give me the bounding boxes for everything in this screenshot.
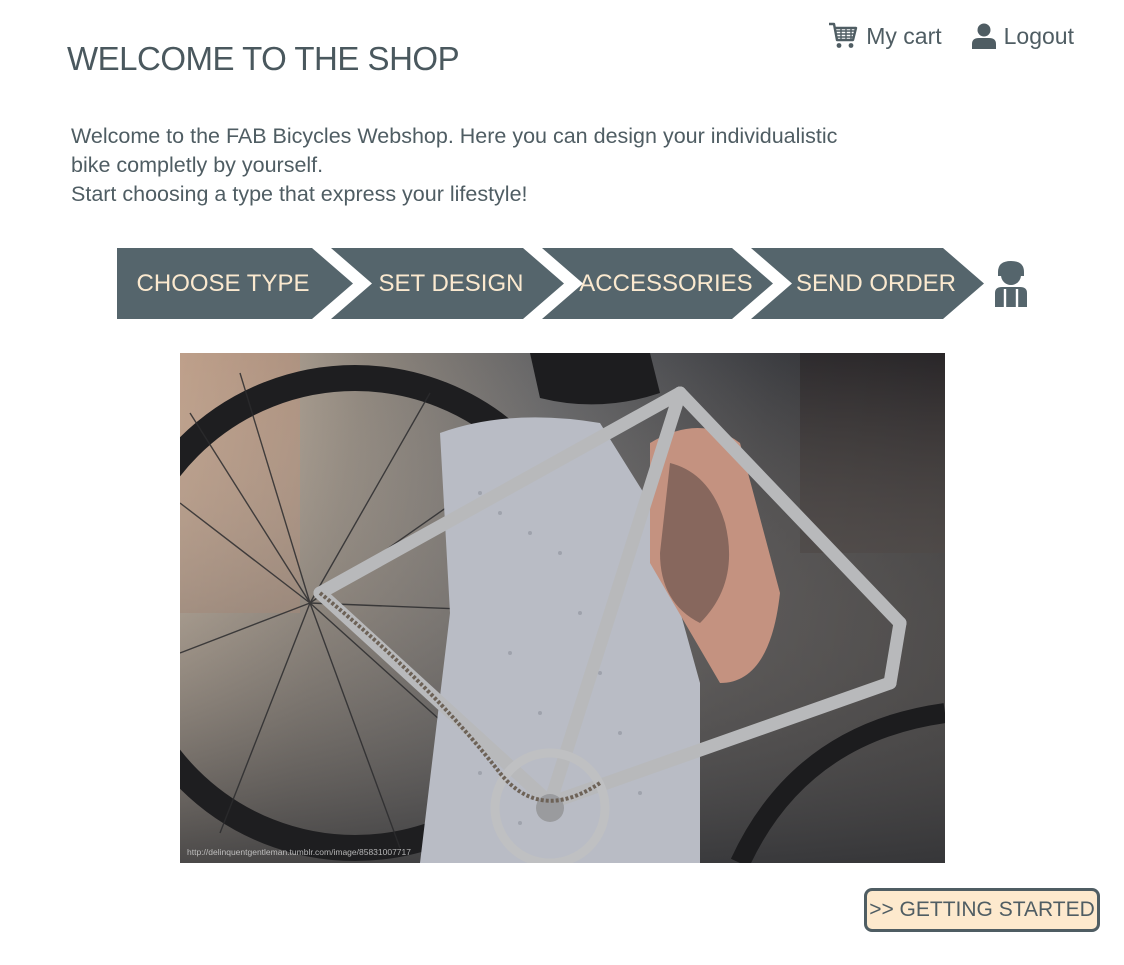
- step-set-design[interactable]: SET DESIGN: [353, 248, 549, 319]
- hero-image: http://delinquentgentleman.tumblr.com/im…: [180, 353, 945, 863]
- user-icon: [971, 23, 996, 49]
- intro-line-3: Start choosing a type that express your …: [71, 182, 528, 206]
- image-credit: http://delinquentgentleman.tumblr.com/im…: [187, 847, 411, 857]
- step-send-order[interactable]: SEND ORDER: [773, 248, 979, 319]
- order-progress-steps: CHOOSE TYPE SET DESIGN ACCESSORIES SEND …: [117, 248, 997, 319]
- top-nav: My cart Logout: [828, 22, 1074, 50]
- my-cart-label: My cart: [866, 22, 942, 49]
- step-choose-type[interactable]: CHOOSE TYPE: [117, 248, 329, 319]
- shop-welcome-page: WELCOME TO THE SHOP My cart Logout Welco…: [0, 0, 1124, 965]
- my-cart-link[interactable]: My cart: [828, 22, 942, 50]
- logout-label: Logout: [1003, 22, 1074, 49]
- logout-link[interactable]: Logout: [971, 22, 1074, 50]
- shopping-cart-icon: [828, 22, 858, 50]
- step-accessories[interactable]: ACCESSORIES: [563, 248, 769, 319]
- intro-line-1: Welcome to the FAB Bicycles Webshop. Her…: [71, 124, 838, 148]
- intro-text: Welcome to the FAB Bicycles Webshop. Her…: [71, 122, 901, 209]
- getting-started-button[interactable]: >> GETTING STARTED: [864, 888, 1100, 932]
- person-icon: [993, 258, 1029, 315]
- bicycle-photo: [180, 353, 945, 863]
- intro-line-2: bike completly by yourself.: [71, 153, 324, 177]
- page-title: WELCOME TO THE SHOP: [67, 40, 460, 77]
